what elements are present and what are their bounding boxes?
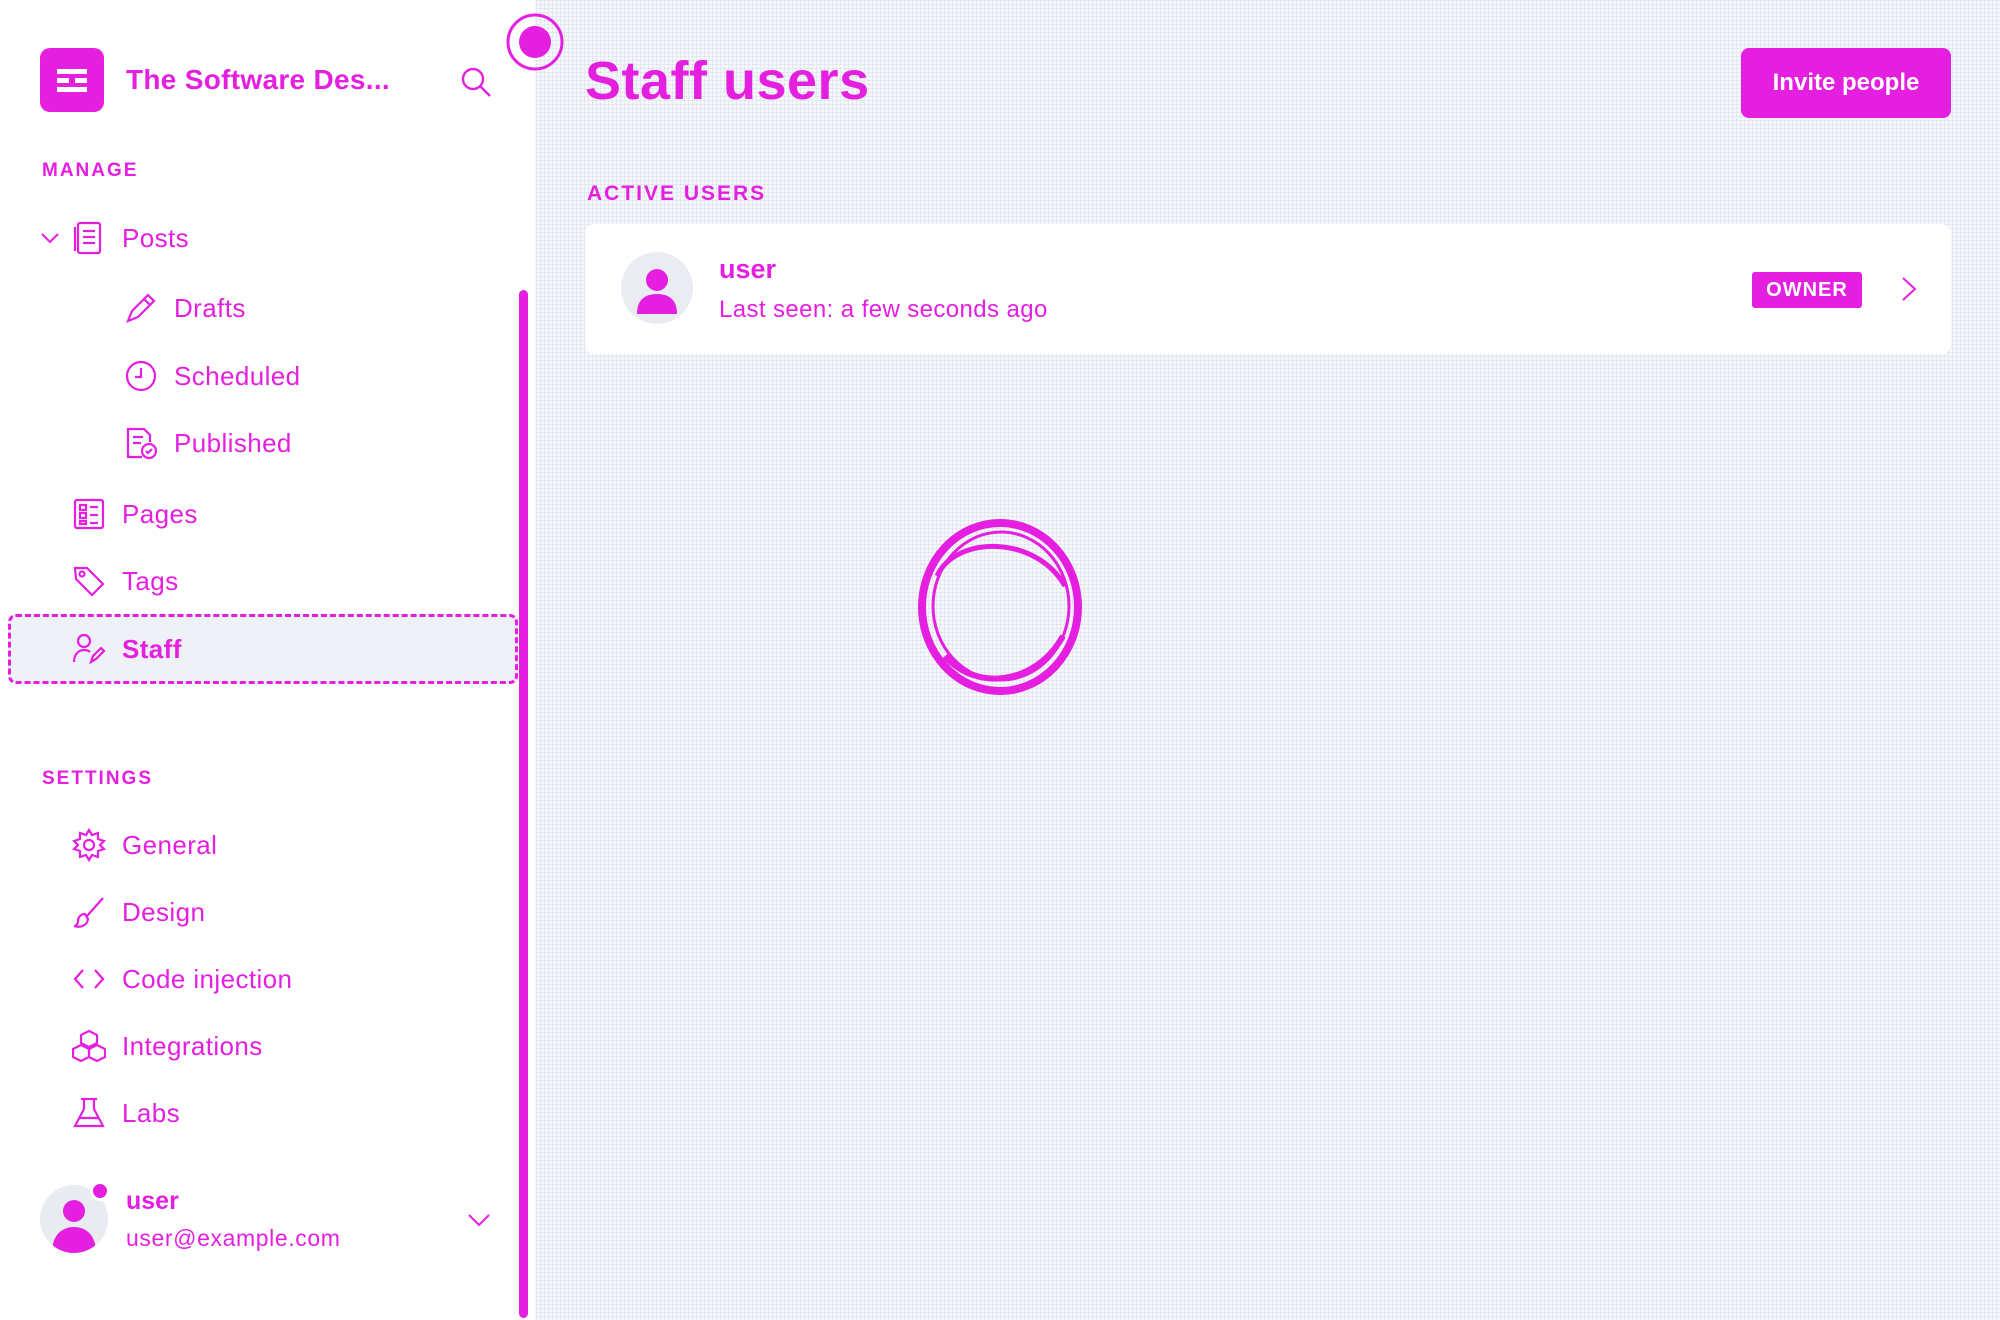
invite-people-button[interactable]: Invite people bbox=[1741, 48, 1951, 118]
sidebar-item-label: Design bbox=[122, 896, 206, 927]
sidebar-item-posts[interactable]: Posts bbox=[72, 218, 189, 258]
sidebar-item-label: Published bbox=[174, 427, 292, 458]
main-content: Staff users Invite people ACTIVE USERS u… bbox=[535, 0, 2000, 1320]
account-email: user@example.com bbox=[126, 1225, 341, 1251]
brush-icon bbox=[72, 895, 106, 929]
sidebar-item-label: Pages bbox=[122, 498, 198, 529]
sidebar-item-staff[interactable]: Staff bbox=[72, 629, 182, 669]
account-menu[interactable]: user user@example.com bbox=[40, 1181, 500, 1265]
site-title: The Software Des... bbox=[126, 64, 390, 95]
role-badge: OWNER bbox=[1752, 272, 1862, 308]
gear-icon bbox=[72, 828, 106, 862]
sidebar-item-label: Posts bbox=[122, 222, 190, 253]
list-item[interactable]: user Last seen: a few seconds ago OWNER bbox=[585, 224, 1951, 354]
chevron-right-icon[interactable] bbox=[1893, 274, 1923, 304]
chevron-down-icon[interactable] bbox=[465, 1205, 493, 1233]
page-title: Staff users bbox=[585, 51, 870, 111]
sidebar-item-design[interactable]: Design bbox=[72, 892, 205, 932]
clock-icon bbox=[124, 359, 158, 393]
sidebar-item-pages[interactable]: Pages bbox=[72, 494, 198, 534]
sidebar-item-scheduled[interactable]: Scheduled bbox=[124, 356, 300, 396]
pencil-icon bbox=[124, 291, 158, 325]
sidebar-item-label: Labs bbox=[122, 1097, 180, 1128]
notification-dot bbox=[90, 1181, 110, 1201]
account-name: user bbox=[126, 1187, 179, 1215]
chevron-down-icon[interactable] bbox=[38, 226, 62, 250]
sidebar-item-general[interactable]: General bbox=[72, 825, 217, 865]
staff-icon bbox=[72, 632, 106, 666]
code-icon bbox=[72, 962, 106, 996]
sidebar-item-label: Integrations bbox=[122, 1030, 263, 1061]
staff-user-last-seen: Last seen: a few seconds ago bbox=[719, 296, 1048, 323]
sidebar-item-integrations[interactable]: Integrations bbox=[72, 1026, 263, 1066]
brand[interactable]: The Software Des... bbox=[40, 48, 426, 112]
active-users-heading: ACTIVE USERS bbox=[587, 182, 767, 205]
staff-user-name: user bbox=[719, 254, 777, 284]
sidebar-item-drafts[interactable]: Drafts bbox=[124, 288, 246, 328]
integrations-icon bbox=[72, 1029, 106, 1063]
document-icon bbox=[72, 221, 106, 255]
sidebar-item-tags[interactable]: Tags bbox=[72, 561, 179, 601]
tag-icon bbox=[72, 564, 106, 598]
sidebar-item-label: Tags bbox=[122, 565, 179, 596]
sidebar-item-code-injection[interactable]: Code injection bbox=[72, 959, 292, 999]
sidebar-item-label: General bbox=[122, 829, 218, 860]
sidebar-item-label: Staff bbox=[122, 633, 182, 664]
pages-icon bbox=[72, 497, 106, 531]
search-icon[interactable] bbox=[458, 64, 494, 100]
sidebar-item-published[interactable]: Published bbox=[124, 423, 292, 463]
sidebar: The Software Des... MANAGE Posts Drafts … bbox=[0, 0, 535, 1320]
site-logo-icon bbox=[40, 48, 104, 112]
sidebar-item-label: Code injection bbox=[122, 963, 293, 994]
manage-section-label: MANAGE bbox=[42, 160, 139, 181]
sidebar-scrollbar[interactable] bbox=[519, 290, 528, 1318]
loading-spinner-icon bbox=[915, 516, 1085, 698]
published-doc-icon bbox=[124, 426, 158, 460]
sidebar-item-label: Scheduled bbox=[174, 360, 301, 391]
sidebar-item-label: Drafts bbox=[174, 292, 246, 323]
sidebar-item-labs[interactable]: Labs bbox=[72, 1093, 180, 1133]
settings-section-label: SETTINGS bbox=[42, 768, 154, 789]
avatar bbox=[621, 252, 693, 324]
flask-icon bbox=[72, 1096, 106, 1130]
